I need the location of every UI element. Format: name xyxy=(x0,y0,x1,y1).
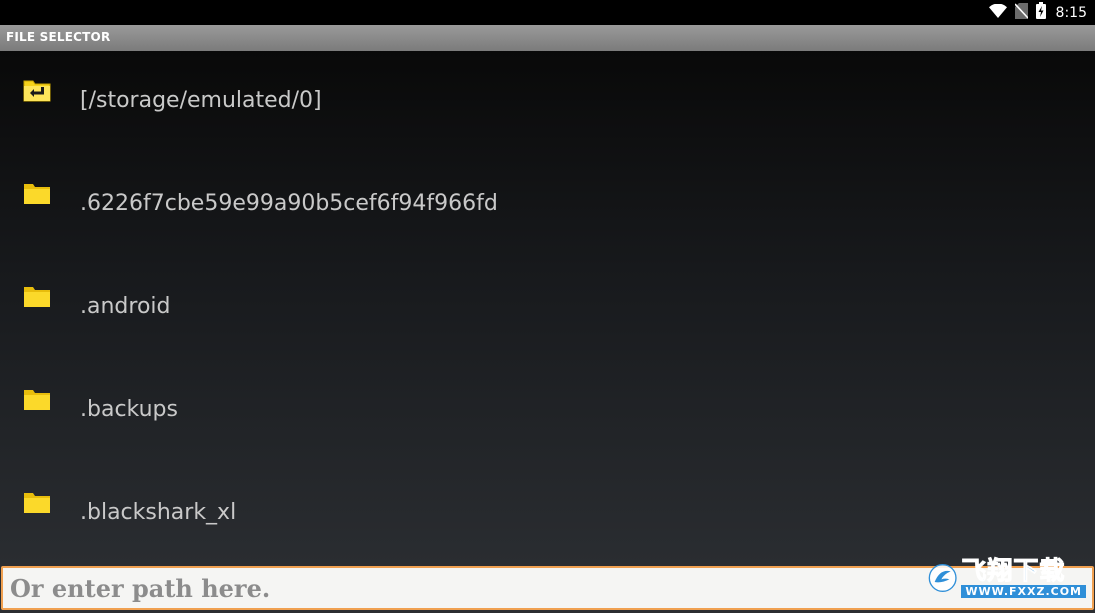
status-bar: 8:15 xyxy=(0,0,1095,25)
file-selector-screen: 8:15 FILE SELECTOR [/storage/emulated/0] xyxy=(0,0,1095,613)
list-item[interactable]: .blackshark_xl xyxy=(0,463,1095,564)
watermark-text: 飞翔下载 WWW.FXXZ.COM xyxy=(961,558,1086,598)
list-item-label: .blackshark_xl xyxy=(80,500,237,525)
list-item-label: [/storage/emulated/0] xyxy=(80,88,322,113)
list-item-label: .backups xyxy=(80,397,178,422)
folder-icon xyxy=(23,387,51,411)
status-clock: 8:15 xyxy=(1055,4,1087,21)
watermark-logo-icon xyxy=(928,564,957,592)
folder-icon xyxy=(23,181,51,205)
list-item-label: .android xyxy=(80,294,171,319)
list-item-label: .6226f7cbe59e99a90b5cef6f94f966fd xyxy=(80,191,498,216)
folder-icon xyxy=(23,284,51,308)
list-item-parent-directory[interactable]: [/storage/emulated/0] xyxy=(0,51,1095,154)
wifi-icon xyxy=(988,3,1007,22)
watermark-url: WWW.FXXZ.COM xyxy=(961,585,1086,598)
folder-icon xyxy=(23,490,51,514)
list-item[interactable]: .backups xyxy=(0,360,1095,463)
list-item[interactable]: .android xyxy=(0,257,1095,360)
battery-charging-icon xyxy=(1035,2,1046,23)
watermark: 飞翔下载 WWW.FXXZ.COM xyxy=(928,553,1086,603)
page-title: FILE SELECTOR xyxy=(6,30,111,44)
no-sim-icon xyxy=(1013,2,1029,23)
watermark-brand: 飞翔下载 xyxy=(961,556,1066,585)
list-item[interactable]: .6226f7cbe59e99a90b5cef6f94f966fd xyxy=(0,154,1095,257)
folder-up-icon xyxy=(23,78,51,102)
status-icons: 8:15 xyxy=(988,2,1087,23)
file-list: [/storage/emulated/0] .6226f7cbe59e99a90… xyxy=(0,51,1095,564)
title-bar: FILE SELECTOR xyxy=(0,25,1095,51)
